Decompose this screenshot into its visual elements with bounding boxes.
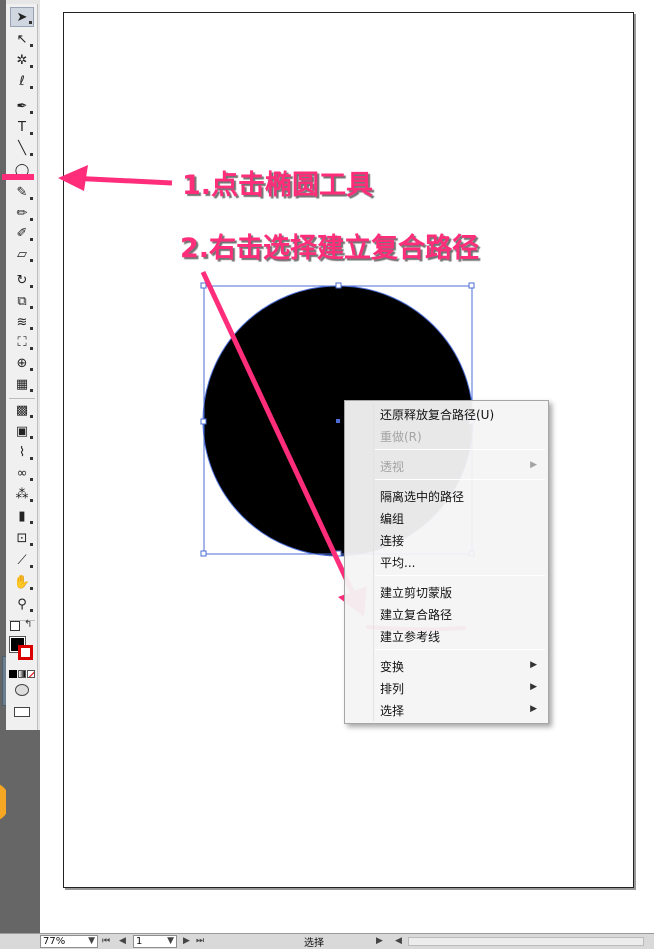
menu-item-label: 还原释放复合路径(U) xyxy=(380,407,495,422)
menu-item[interactable]: 选择 ▶ xyxy=(346,699,547,721)
scroll-left-icon[interactable]: ◀ xyxy=(395,936,402,946)
menu-item-label: 建立复合路径 xyxy=(380,607,453,622)
menu-item-label: 隔离选中的路径 xyxy=(380,489,465,504)
menu-item[interactable]: 连接 xyxy=(346,529,547,551)
menu-item[interactable]: 建立参考线 xyxy=(346,625,547,647)
submenu-arrow-icon: ▶ xyxy=(530,660,537,670)
menu-item[interactable]: 还原释放复合路径(U) xyxy=(346,403,547,425)
menu-item-label: 重做(R) xyxy=(380,429,422,444)
last-page-icon[interactable]: ⏭ xyxy=(196,936,204,946)
menu-item[interactable]: 隔离选中的路径 xyxy=(346,485,547,507)
menu-separator xyxy=(375,449,545,450)
arrow-to-ellipse-tool xyxy=(2,165,173,191)
annotation-step2: 2.右击选择建立复合路径 xyxy=(180,233,480,264)
menu-item-label: 编组 xyxy=(380,511,405,526)
menu-item[interactable]: 建立剪切蒙版 xyxy=(346,581,547,603)
menu-item-label: 选择 xyxy=(380,703,405,718)
zoom-select[interactable]: 77% ▼ xyxy=(40,935,98,948)
menu-item[interactable]: 编组 xyxy=(346,507,547,529)
submenu-arrow-icon: ▶ xyxy=(530,460,537,470)
page-select[interactable]: 1 ▼ xyxy=(133,935,177,948)
menu-item-label: 排列 xyxy=(380,681,405,696)
canvas-overlay xyxy=(2,165,475,632)
page-number: 1 xyxy=(136,936,143,947)
previous-page-icon[interactable]: ◀ xyxy=(119,936,126,946)
chevron-down-icon: ▼ xyxy=(167,936,174,946)
status-bar: 77% ▼ ⏮ ◀ 1 ▼ ▶ ⏭ 选择 ▶ ◀ xyxy=(0,933,654,949)
menu-item[interactable]: 透视 ▶ xyxy=(346,455,547,477)
status-tool-label: 选择 xyxy=(304,938,324,949)
status-menu-arrow-icon[interactable]: ▶ xyxy=(376,936,383,946)
menu-item-label: 建立参考线 xyxy=(380,629,441,644)
menu-item-label: 透视 xyxy=(380,459,405,474)
next-page-icon[interactable]: ▶ xyxy=(183,936,190,946)
chevron-down-icon: ▼ xyxy=(88,936,95,946)
annotation-step1: 1.点击椭圆工具 xyxy=(182,170,374,201)
menu-separator xyxy=(375,479,545,480)
menu-item-label: 平均... xyxy=(380,555,416,570)
horizontal-scrollbar[interactable] xyxy=(408,937,644,946)
menu-item[interactable]: 平均... xyxy=(346,551,547,573)
menu-separator xyxy=(375,575,545,576)
menu-item[interactable]: 重做(R) xyxy=(346,425,547,447)
submenu-arrow-icon: ▶ xyxy=(530,682,537,692)
context-menu: 还原释放复合路径(U) 重做(R) 透视 ▶ 隔离选中的路径 编组连接平均... 建立剪切蒙… xyxy=(344,400,549,724)
menu-separator xyxy=(375,649,545,650)
center-point xyxy=(336,419,340,423)
submenu-arrow-icon: ▶ xyxy=(530,704,537,714)
menu-item-label: 建立剪切蒙版 xyxy=(380,585,453,600)
zoom-value: 77% xyxy=(43,936,66,947)
menu-item[interactable]: 建立复合路径 xyxy=(346,603,547,625)
first-page-icon[interactable]: ⏮ xyxy=(102,936,110,946)
menu-item[interactable]: 排列 ▶ xyxy=(346,677,547,699)
menu-item-label: 变换 xyxy=(380,659,405,674)
menu-item[interactable]: 变换 ▶ xyxy=(346,655,547,677)
menu-item-label: 连接 xyxy=(380,533,405,548)
